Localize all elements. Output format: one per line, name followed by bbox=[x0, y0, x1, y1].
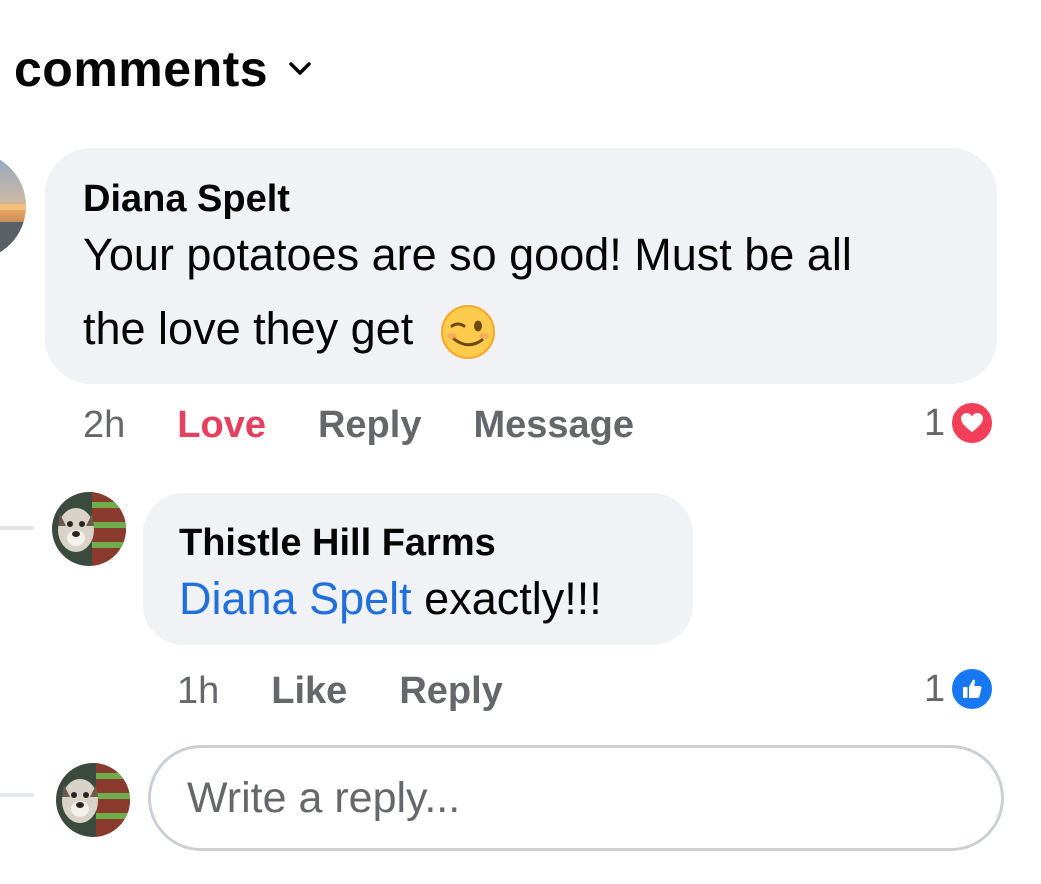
like-button[interactable]: Like bbox=[271, 672, 347, 710]
avatar-diana-spelt[interactable] bbox=[0, 152, 26, 260]
love-button[interactable]: Love bbox=[177, 406, 266, 444]
thread-line bbox=[0, 793, 34, 797]
avatar-photo bbox=[52, 492, 126, 566]
winking-face-emoji bbox=[440, 304, 496, 360]
reaction-count[interactable]: 1 bbox=[924, 400, 996, 446]
current-user-avatar bbox=[56, 763, 130, 837]
avatar-thistle-hill-farms[interactable] bbox=[52, 492, 126, 566]
reply-button[interactable]: Reply bbox=[399, 672, 502, 710]
chevron-down-icon[interactable] bbox=[286, 55, 314, 83]
thumbs-up-icon bbox=[949, 666, 996, 712]
heart-icon bbox=[949, 400, 996, 446]
reaction-count[interactable]: 1 bbox=[924, 666, 996, 712]
reply-author[interactable]: Thistle Hill Farms bbox=[179, 524, 496, 562]
reaction-count-value: 1 bbox=[924, 667, 946, 710]
comment-author[interactable]: Diana Spelt bbox=[83, 180, 290, 218]
reaction-count-value: 1 bbox=[924, 401, 946, 444]
comment-text-line2: the love they get bbox=[83, 292, 983, 366]
message-button[interactable]: Message bbox=[473, 406, 634, 444]
comments-title: comments bbox=[14, 41, 269, 97]
comment-text: Your potatoes are so good! Must be all t… bbox=[83, 218, 983, 366]
mention-link[interactable]: Diana Spelt bbox=[179, 573, 412, 624]
reply-actions: 1h Like Reply bbox=[177, 672, 503, 710]
write-reply-input[interactable] bbox=[148, 745, 1004, 851]
reply-text: Diana Spelt exactly!!! bbox=[179, 562, 602, 636]
avatar-photo bbox=[0, 152, 26, 260]
comments-sort-header[interactable]: comments bbox=[14, 44, 314, 94]
comment-actions: 2h Love Reply Message bbox=[83, 406, 634, 444]
thread-line bbox=[0, 526, 34, 530]
reply-timestamp[interactable]: 1h bbox=[177, 672, 219, 710]
reply-button[interactable]: Reply bbox=[318, 406, 421, 444]
reply-text-content: exactly!!! bbox=[424, 573, 602, 624]
comment-text-line1: Your potatoes are so good! Must be all bbox=[83, 229, 852, 280]
comment-text-line2-text: the love they get bbox=[83, 303, 414, 354]
avatar-photo bbox=[56, 763, 130, 837]
comment-timestamp[interactable]: 2h bbox=[83, 406, 125, 444]
